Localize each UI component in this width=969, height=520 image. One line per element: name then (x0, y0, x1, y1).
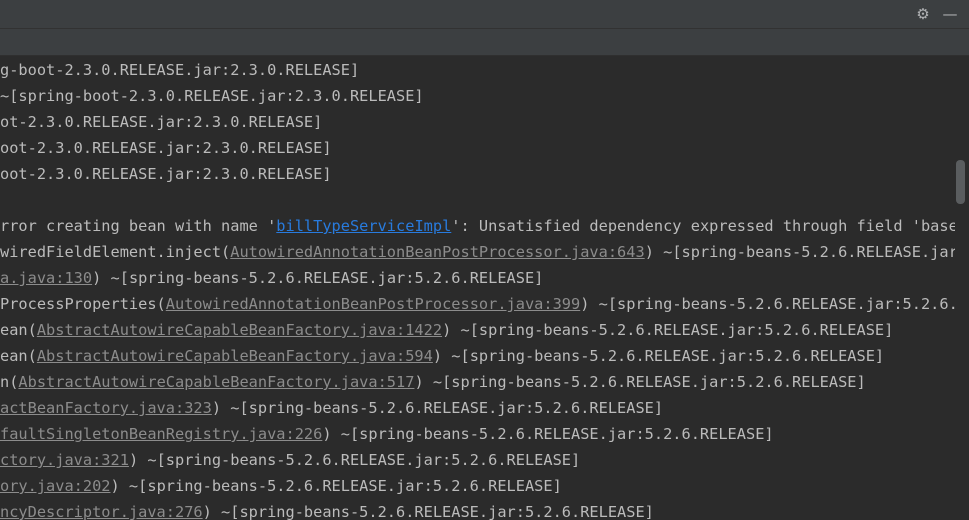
console-text: rror creating bean with name ' (0, 217, 277, 235)
console-text: ) ~[spring-beans-5.2.6.RELEASE.jar:5.2.6… (580, 295, 955, 313)
run-console-panel: ⚙ — g-boot-2.3.0.RELEASE.jar:2.3.0.RELEA… (0, 0, 969, 520)
console-text: ) ~[spring-beans-5.2.6.RELEASE.jar:5.2.6… (202, 503, 654, 520)
console-toolbar (0, 29, 969, 56)
console-line: ~[spring-boot-2.3.0.RELEASE.jar:2.3.0.RE… (0, 83, 424, 109)
source-file-link[interactable]: AbstractAutowireCapableBeanFactory.java:… (37, 347, 433, 365)
console-output[interactable]: g-boot-2.3.0.RELEASE.jar:2.3.0.RELEASE] ~… (0, 56, 955, 520)
console-text: ean( (0, 347, 37, 365)
console-line: ctory.java:321) ~[spring-beans-5.2.6.REL… (0, 447, 580, 473)
source-file-link[interactable]: AbstractAutowireCapableBeanFactory.java:… (18, 373, 414, 391)
console-text: ~[spring-boot-2.3.0.RELEASE.jar:2.3.0.RE… (0, 87, 424, 105)
source-file-link[interactable]: AutowiredAnnotationBeanPostProcessor.jav… (230, 243, 644, 261)
console-text: ) ~[spring-beans-5.2.6.RELEASE.jar:5.2.6… (128, 451, 581, 469)
console-text: n( (0, 373, 19, 391)
source-file-link[interactable]: ctory.java:321 (0, 451, 129, 469)
console-text: ) ~[spring-beans-5.2.6.RELEASE.jar:5.2.6… (442, 321, 894, 339)
source-file-link[interactable]: ory.java:202 (0, 477, 111, 495)
console-line: ot-2.3.0.RELEASE.jar:2.3.0.RELEASE] (0, 109, 322, 135)
gear-icon[interactable]: ⚙ (914, 4, 932, 24)
console-line: ean(AbstractAutowireCapableBeanFactory.j… (0, 343, 884, 369)
console-line: rror creating bean with name 'billTypeSe… (0, 213, 955, 239)
console-text: oot-2.3.0.RELEASE.jar:2.3.0.RELEASE] (0, 139, 332, 157)
console-text: ot-2.3.0.RELEASE.jar:2.3.0.RELEASE] (0, 113, 323, 131)
panel-title-bar: ⚙ — (0, 0, 969, 29)
minimize-icon[interactable]: — (941, 4, 959, 24)
console-text: g-boot-2.3.0.RELEASE.jar:2.3.0.RELEASE] (0, 61, 360, 79)
console-line: ean(AbstractAutowireCapableBeanFactory.j… (0, 317, 893, 343)
source-file-link[interactable]: ncyDescriptor.java:276 (0, 503, 203, 520)
console-line: n(AbstractAutowireCapableBeanFactory.jav… (0, 369, 866, 395)
console-line: oot-2.3.0.RELEASE.jar:2.3.0.RELEASE] (0, 161, 332, 187)
console-text: ) ~[spring-beans-5.2.6.RELEASE.jar:5.2 (644, 243, 955, 261)
console-line: actBeanFactory.java:323) ~[spring-beans-… (0, 395, 663, 421)
console-text: ) ~[spring-beans-5.2.6.RELEASE.jar:5.2.6… (432, 347, 885, 365)
console-line: ProcessProperties(AutowiredAnnotationBea… (0, 291, 955, 317)
console-text: ) ~[spring-beans-5.2.6.RELEASE.jar:5.2.6… (92, 269, 544, 287)
source-file-link[interactable]: faultSingletonBeanRegistry.java:226 (0, 425, 322, 443)
console-line: faultSingletonBeanRegistry.java:226) ~[s… (0, 421, 774, 447)
scrollbar-thumb[interactable] (956, 160, 965, 204)
console-text: ) ~[spring-beans-5.2.6.RELEASE.jar:5.2.6… (211, 399, 664, 417)
console-text: oot-2.3.0.RELEASE.jar:2.3.0.RELEASE] (0, 165, 332, 183)
console-line: a.java:130) ~[spring-beans-5.2.6.RELEASE… (0, 265, 543, 291)
console-text: ProcessProperties( (0, 295, 166, 313)
console-text: ) ~[spring-beans-5.2.6.RELEASE.jar:5.2.6… (414, 373, 866, 391)
bean-name-link[interactable]: billTypeServiceImpl (276, 217, 451, 235)
console-line: ncyDescriptor.java:276) ~[spring-beans-5… (0, 499, 654, 520)
console-text: ) ~[spring-beans-5.2.6.RELEASE.jar:5.2.6… (322, 425, 774, 443)
console-text: ean( (0, 321, 37, 339)
console-line: oot-2.3.0.RELEASE.jar:2.3.0.RELEASE] (0, 135, 332, 161)
console-line: ory.java:202) ~[spring-beans-5.2.6.RELEA… (0, 473, 562, 499)
console-line: g-boot-2.3.0.RELEASE.jar:2.3.0.RELEASE] (0, 57, 359, 83)
console-text: wiredFieldElement.inject( (0, 243, 231, 261)
source-file-link[interactable]: actBeanFactory.java:323 (0, 399, 212, 417)
console-text: ': Unsatisfied dependency expressed thro… (451, 217, 955, 235)
vertical-scrollbar[interactable] (955, 56, 969, 520)
source-file-link[interactable]: AutowiredAnnotationBeanPostProcessor.jav… (166, 295, 580, 313)
source-file-link[interactable]: AbstractAutowireCapableBeanFactory.java:… (37, 321, 442, 339)
console-text: ) ~[spring-beans-5.2.6.RELEASE.jar:5.2.6… (110, 477, 562, 495)
source-file-link[interactable]: a.java:130 (0, 269, 92, 287)
console-line: wiredFieldElement.inject(AutowiredAnnota… (0, 239, 955, 265)
